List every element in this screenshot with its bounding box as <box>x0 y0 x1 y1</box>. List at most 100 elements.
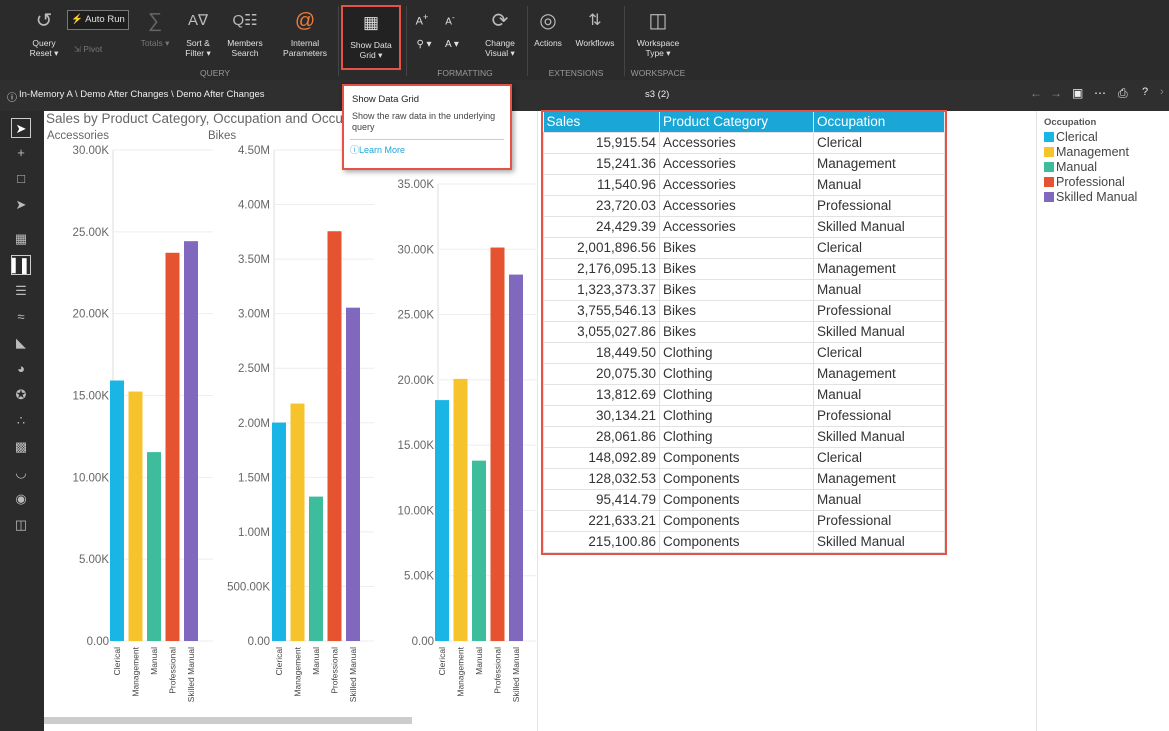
table-row[interactable]: 28,061.86 Clothing Skilled Manual <box>543 425 945 448</box>
table-row[interactable]: 15,241.36 Accessories Management <box>543 152 945 175</box>
select-pointer-icon[interactable]: ➤ <box>11 118 31 138</box>
forward-icon[interactable]: → <box>1050 86 1062 100</box>
area-chart-icon[interactable]: ◣ <box>11 333 31 353</box>
help-circle-icon: ⓘ <box>350 145 360 155</box>
y-tick-label: 5.00K <box>79 554 109 566</box>
grid-cell: Clerical <box>813 236 945 259</box>
treemap-icon[interactable]: ▩ <box>11 437 31 457</box>
table-row[interactable]: 18,449.50 Clothing Clerical <box>543 341 945 364</box>
lasso-select-icon[interactable]: □ <box>11 169 31 189</box>
map-icon[interactable]: ◉ <box>11 489 31 509</box>
table-row[interactable]: 128,032.53 Components Management <box>543 467 945 490</box>
font-color-button[interactable]: A ▾ <box>440 40 464 50</box>
grid-header-occupation[interactable]: Occupation <box>813 112 945 132</box>
grid-cell: Management <box>813 257 945 280</box>
grid-cell: Bikes <box>659 299 814 322</box>
actions-button[interactable]: ◎ Actions <box>530 8 566 48</box>
members-search-button[interactable]: Q☷ Members Search <box>222 8 268 58</box>
gauge-icon[interactable]: ◡ <box>11 463 31 483</box>
pivot-button[interactable]: ⇲ Pivot <box>66 44 110 54</box>
y-tick-label: 4.50M <box>238 145 270 157</box>
legend-item[interactable]: Clerical <box>1044 130 1169 145</box>
divider <box>406 6 407 76</box>
legend-label: Professional <box>1056 175 1125 189</box>
pivot-icon: ⇲ <box>73 44 81 54</box>
members-search-icon: Q☷ <box>232 12 258 29</box>
bar-skilled-manual <box>509 274 523 641</box>
query-reset-button[interactable]: ↺ Query Reset ▾ <box>22 8 66 58</box>
font-increase-button[interactable]: A+ <box>412 12 432 27</box>
grid-cell: Bikes <box>659 320 814 343</box>
legend-label: Management <box>1056 145 1129 159</box>
table-row[interactable]: 95,414.79 Components Manual <box>543 488 945 511</box>
save-icon[interactable]: ▣ <box>1072 86 1083 100</box>
more-visuals-icon[interactable]: ◫ <box>11 515 31 535</box>
info-icon[interactable]: ⓘ <box>7 89 17 104</box>
x-tick-label: Professional <box>330 647 340 694</box>
table-row[interactable]: 221,633.21 Components Professional <box>543 509 945 532</box>
table-row[interactable]: 2,001,896.56 Bikes Clerical <box>543 236 945 259</box>
legend-swatch <box>1044 132 1054 142</box>
totals-button[interactable]: ∑ Totals ▾ <box>133 8 177 48</box>
help-icon[interactable]: ? <box>1142 86 1148 98</box>
font-decrease-button[interactable]: A- <box>440 12 460 27</box>
grid-cell: Bikes <box>659 257 814 280</box>
grid-cell: Bikes <box>659 278 814 301</box>
crosshair-icon[interactable]: + <box>11 143 31 163</box>
horizontal-scrollbar[interactable] <box>44 717 412 724</box>
show-data-grid-button[interactable]: ▦ Show Data Grid ▾ <box>341 5 401 70</box>
pie-chart-icon[interactable]: ◕ <box>11 359 31 379</box>
share-icon[interactable]: ⋯ <box>1094 86 1106 100</box>
bar-clerical <box>110 380 124 641</box>
y-tick-label: 4.00M <box>238 200 270 212</box>
auto-run-toggle[interactable]: ⚡ Auto Run <box>67 10 129 30</box>
table-row[interactable]: 24,429.39 Accessories Skilled Manual <box>543 215 945 238</box>
table-row[interactable]: 215,100.86 Components Skilled Manual <box>543 530 945 553</box>
panel-label: Accessories <box>47 130 109 142</box>
legend-item[interactable]: Skilled Manual <box>1044 190 1169 205</box>
workflows-button[interactable]: ⇅ Workflows <box>570 8 620 48</box>
table-row[interactable]: 1,323,373.37 Bikes Manual <box>543 278 945 301</box>
learn-more-link[interactable]: ⓘLearn More <box>350 139 504 156</box>
workspace-type-button[interactable]: ◫ Workspace Type ▾ <box>632 8 684 58</box>
grid-cell: Components <box>659 509 814 532</box>
back-icon[interactable]: ← <box>1030 86 1042 100</box>
table-row[interactable]: 30,134.21 Clothing Professional <box>543 404 945 427</box>
column-chart-icon[interactable]: ▍▌ <box>11 255 31 275</box>
legend-item[interactable]: Management <box>1044 145 1169 160</box>
grid-cell: Clothing <box>659 362 814 385</box>
internal-parameters-button[interactable]: @ Internal Parameters <box>279 8 331 58</box>
grid-cell: Clerical <box>813 341 945 364</box>
bar-chart-icon[interactable]: ☰ <box>11 281 31 301</box>
y-tick-label: 0.00 <box>87 636 109 648</box>
slice-label: s3 (2) <box>645 89 670 100</box>
table-row[interactable]: 3,755,546.13 Bikes Professional <box>543 299 945 322</box>
radar-chart-icon[interactable]: ✪ <box>11 385 31 405</box>
line-chart-icon[interactable]: ≈ <box>11 307 31 327</box>
divider <box>527 6 528 76</box>
legend-item[interactable]: Manual <box>1044 160 1169 175</box>
chevron-right-icon[interactable]: › <box>1160 86 1164 98</box>
table-row[interactable]: 13,812.69 Clothing Manual <box>543 383 945 406</box>
table-row[interactable]: 3,055,027.86 Bikes Skilled Manual <box>543 320 945 343</box>
legend-item[interactable]: Professional <box>1044 175 1169 190</box>
data-grid-icon: ▦ <box>362 13 380 32</box>
scatter-chart-icon[interactable]: ∴ <box>11 411 31 431</box>
grid-header-product-category[interactable]: Product Category <box>659 112 814 132</box>
table-row[interactable]: 23,720.03 Accessories Professional <box>543 194 945 217</box>
grid-header-sales[interactable]: Sales <box>543 112 660 132</box>
workspace-icon: ◫ <box>648 10 668 32</box>
drill-pointer-icon[interactable]: ➤ <box>11 195 31 215</box>
table-row[interactable]: 11,540.96 Accessories Manual <box>543 173 945 196</box>
table-visual-icon[interactable]: ▦ <box>11 229 31 249</box>
fill-color-button[interactable]: ⚲ ▾ <box>412 40 436 50</box>
table-row[interactable]: 148,092.89 Components Clerical <box>543 446 945 469</box>
table-row[interactable]: 15,915.54 Accessories Clerical <box>543 131 945 154</box>
sort-filter-button[interactable]: A∇ Sort & Filter ▾ <box>176 8 220 58</box>
change-visual-button[interactable]: ⟳ Change Visual ▾ <box>478 8 522 58</box>
table-row[interactable]: 2,176,095.13 Bikes Management <box>543 257 945 280</box>
grid-cell: 215,100.86 <box>543 530 660 553</box>
table-row[interactable]: 20,075.30 Clothing Management <box>543 362 945 385</box>
print-icon[interactable]: ⎙ <box>1118 86 1128 101</box>
grid-cell: Clothing <box>659 425 814 448</box>
